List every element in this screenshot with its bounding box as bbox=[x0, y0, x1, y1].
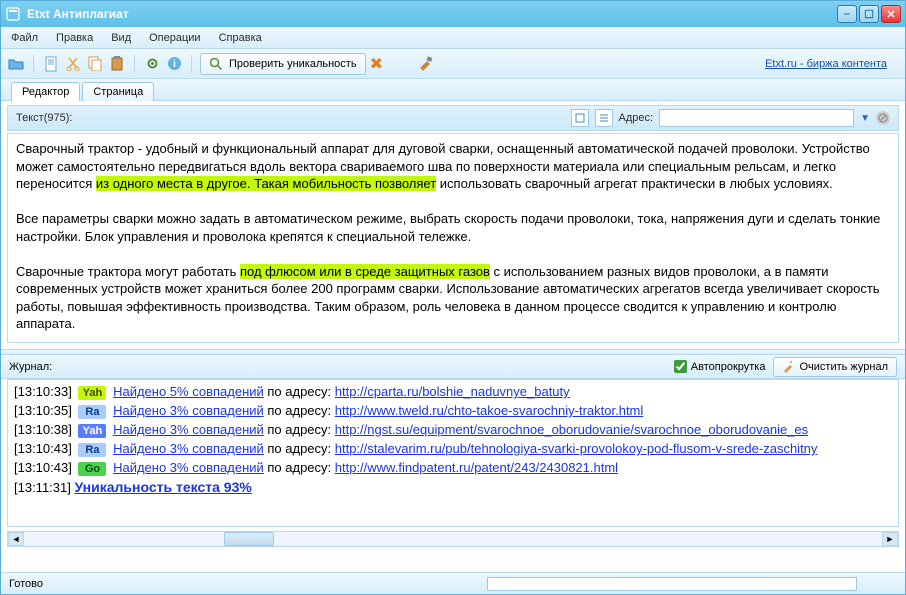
address-word: по адресу: bbox=[264, 384, 335, 399]
svg-text:i: i bbox=[173, 59, 176, 70]
horizontal-scrollbar[interactable]: ◄ ► bbox=[7, 531, 899, 547]
disabled-action-icon bbox=[876, 111, 890, 125]
scroll-right-button[interactable]: ► bbox=[882, 532, 898, 546]
editor-paragraph: Сварочные трактора могут работать под фл… bbox=[16, 263, 890, 333]
cancel-icon[interactable]: ✖ bbox=[370, 54, 383, 74]
journal-line: [13:10:43] Go Найдено 3% совпадений по а… bbox=[14, 460, 892, 476]
result-url[interactable]: http://ngst.su/equipment/svarochnoe_obor… bbox=[335, 422, 808, 437]
address-word: по адресу: bbox=[264, 403, 335, 418]
scroll-left-button[interactable]: ◄ bbox=[8, 532, 24, 546]
menu-view[interactable]: Вид bbox=[111, 32, 131, 44]
engine-badge: Ra bbox=[78, 405, 106, 419]
autoscroll-label: Автопрокрутка bbox=[691, 361, 766, 373]
minimize-button[interactable]: – bbox=[837, 5, 857, 23]
separator bbox=[134, 55, 135, 73]
new-doc-icon[interactable] bbox=[42, 55, 60, 73]
address-label: Адрес: bbox=[619, 112, 654, 124]
info-bar: Текст(975): Адрес: ▼ bbox=[7, 105, 899, 131]
journal-line: [13:10:43] Ra Найдено 3% совпадений по а… bbox=[14, 441, 892, 457]
text-run: использовать сварочный агрегат практичес… bbox=[436, 176, 833, 191]
editor-paragraph: Все параметры сварки можно задать в авто… bbox=[16, 210, 890, 245]
autoscroll-checkbox[interactable]: Автопрокрутка bbox=[674, 360, 766, 373]
broom-icon bbox=[782, 361, 794, 373]
text-editor[interactable]: Сварочный трактор - удобный и функционал… bbox=[7, 133, 899, 343]
result-url[interactable]: http://www.tweld.ru/chto-takoe-svarochni… bbox=[335, 403, 644, 418]
open-folder-icon[interactable] bbox=[7, 55, 25, 73]
timestamp: [13:10:35] bbox=[14, 403, 72, 418]
address-word: по адресу: bbox=[264, 441, 335, 456]
status-text: Готово bbox=[9, 578, 43, 590]
uniqueness-result[interactable]: Уникальность текста 93% bbox=[75, 479, 252, 495]
separator bbox=[191, 55, 192, 73]
match-link[interactable]: Найдено 3% совпадений bbox=[113, 422, 264, 437]
status-bar: Готово bbox=[1, 572, 905, 594]
window-title: Etxt Антиплагиат bbox=[27, 7, 837, 21]
menu-edit[interactable]: Правка bbox=[56, 32, 93, 44]
match-link[interactable]: Найдено 3% совпадений bbox=[113, 460, 264, 475]
menu-file[interactable]: Файл bbox=[11, 32, 38, 44]
journal-line: [13:10:35] Ra Найдено 3% совпадений по а… bbox=[14, 403, 892, 419]
menu-bar: Файл Правка Вид Операции Справка bbox=[1, 27, 905, 49]
engine-badge: Ra bbox=[78, 443, 106, 457]
result-url[interactable]: http://stalevarim.ru/pub/tehnologiya-sva… bbox=[335, 441, 818, 456]
copy-icon[interactable] bbox=[86, 55, 104, 73]
engine-badge: Go bbox=[78, 462, 106, 476]
journal-label: Журнал: bbox=[9, 361, 666, 373]
scroll-track[interactable] bbox=[24, 532, 882, 546]
check-btn-label: Проверить уникальность bbox=[229, 58, 357, 70]
timestamp: [13:10:43] bbox=[14, 441, 72, 456]
editor-paragraph: Сварочный трактор - удобный и функционал… bbox=[16, 140, 890, 193]
clear-journal-label: Очистить журнал bbox=[799, 361, 888, 373]
timestamp: [13:10:43] bbox=[14, 460, 72, 475]
result-url[interactable]: http://cparta.ru/bolshie_naduvnye_batuty bbox=[335, 384, 570, 399]
clear-journal-button[interactable]: Очистить журнал bbox=[773, 357, 897, 377]
info-icon[interactable]: i bbox=[165, 55, 183, 73]
menu-ops[interactable]: Операции bbox=[149, 32, 200, 44]
maximize-button[interactable]: ☐ bbox=[859, 5, 879, 23]
view-mode-2-button[interactable] bbox=[595, 109, 613, 127]
cut-icon[interactable] bbox=[64, 55, 82, 73]
highlighted-text: под флюсом или в среде защитных газов bbox=[240, 264, 490, 279]
journal-line: [13:10:38] Yah Найдено 3% совпадений по … bbox=[14, 422, 892, 438]
check-uniqueness-button[interactable]: Проверить уникальность bbox=[200, 53, 366, 75]
paste-icon[interactable] bbox=[108, 55, 126, 73]
highlighted-text: из одного места в другое. Такая мобильно… bbox=[96, 176, 436, 191]
progress-bar bbox=[487, 577, 857, 591]
tab-editor[interactable]: Редактор bbox=[11, 82, 80, 101]
magnifier-icon bbox=[209, 57, 223, 71]
journal-header: Журнал: Автопрокрутка Очистить журнал bbox=[1, 355, 905, 379]
result-url[interactable]: http://www.findpatent.ru/patent/243/2430… bbox=[335, 460, 618, 475]
address-input[interactable] bbox=[659, 109, 854, 127]
journal-log[interactable]: [13:10:33] Yah Найдено 5% совпадений по … bbox=[7, 379, 899, 527]
address-word: по адресу: bbox=[264, 460, 335, 475]
engine-badge: Yah bbox=[78, 386, 106, 400]
address-dropdown-icon[interactable]: ▼ bbox=[860, 113, 870, 124]
app-icon bbox=[5, 6, 21, 22]
scroll-thumb[interactable] bbox=[224, 532, 274, 546]
title-bar: Etxt Антиплагиат – ☐ ✕ bbox=[1, 1, 905, 27]
hammer-icon[interactable] bbox=[417, 55, 435, 73]
journal-result-line: [13:11:31] Уникальность текста 93% bbox=[14, 479, 892, 495]
journal-line: [13:10:33] Yah Найдено 5% совпадений по … bbox=[14, 384, 892, 400]
gear-icon[interactable] bbox=[143, 55, 161, 73]
tab-strip: Редактор Страница bbox=[1, 79, 905, 101]
view-mode-1-button[interactable] bbox=[571, 109, 589, 127]
match-link[interactable]: Найдено 3% совпадений bbox=[113, 403, 264, 418]
engine-badge: Yah bbox=[78, 424, 106, 438]
separator bbox=[33, 55, 34, 73]
match-link[interactable]: Найдено 5% совпадений bbox=[113, 384, 264, 399]
toolbar: i Проверить уникальность ✖ Etxt.ru - бир… bbox=[1, 49, 905, 79]
timestamp: [13:10:33] bbox=[14, 384, 72, 399]
close-button[interactable]: ✕ bbox=[881, 5, 901, 23]
tab-page[interactable]: Страница bbox=[82, 82, 154, 101]
text-count-label: Текст(975): bbox=[16, 112, 72, 124]
timestamp: [13:11:31] bbox=[14, 480, 71, 495]
timestamp: [13:10:38] bbox=[14, 422, 72, 437]
autoscroll-input[interactable] bbox=[674, 360, 687, 373]
text-run: Сварочные трактора могут работать bbox=[16, 264, 240, 279]
menu-help[interactable]: Справка bbox=[219, 32, 262, 44]
address-word: по адресу: bbox=[264, 422, 335, 437]
ext-link[interactable]: Etxt.ru - биржа контента bbox=[765, 58, 887, 70]
match-link[interactable]: Найдено 3% совпадений bbox=[113, 441, 264, 456]
